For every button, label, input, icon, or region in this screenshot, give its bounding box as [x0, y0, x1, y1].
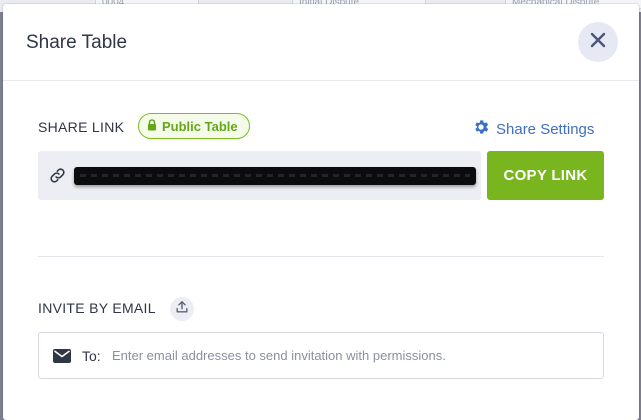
redacted-link-text	[74, 167, 476, 185]
public-table-label: Public Table	[162, 118, 238, 134]
share-table-dialog: Share Table SHARE LINK Public Table Shar…	[3, 4, 639, 420]
mail-icon	[53, 349, 71, 368]
upload-icon	[175, 300, 189, 319]
public-table-badge[interactable]: Public Table	[138, 113, 250, 139]
to-label: To:	[82, 348, 101, 364]
share-link-label: SHARE LINK	[38, 119, 125, 135]
dialog-title: Share Table	[26, 32, 128, 53]
email-invite-field[interactable]: To:	[38, 332, 604, 379]
copy-link-button[interactable]: COPY LINK	[487, 151, 604, 200]
lock-icon	[147, 118, 157, 134]
link-icon	[49, 167, 66, 189]
share-settings-link[interactable]: Share Settings	[472, 118, 594, 140]
close-button[interactable]	[578, 22, 618, 62]
dialog-header: Share Table	[3, 4, 639, 81]
close-icon	[590, 32, 606, 53]
invite-by-email-label: INVITE BY EMAIL	[38, 300, 156, 316]
share-link-field[interactable]	[38, 151, 481, 200]
share-settings-label: Share Settings	[496, 120, 595, 138]
section-divider	[38, 256, 604, 257]
email-input[interactable]	[112, 343, 592, 367]
gear-icon	[472, 118, 490, 140]
upload-emails-button[interactable]	[170, 297, 194, 321]
